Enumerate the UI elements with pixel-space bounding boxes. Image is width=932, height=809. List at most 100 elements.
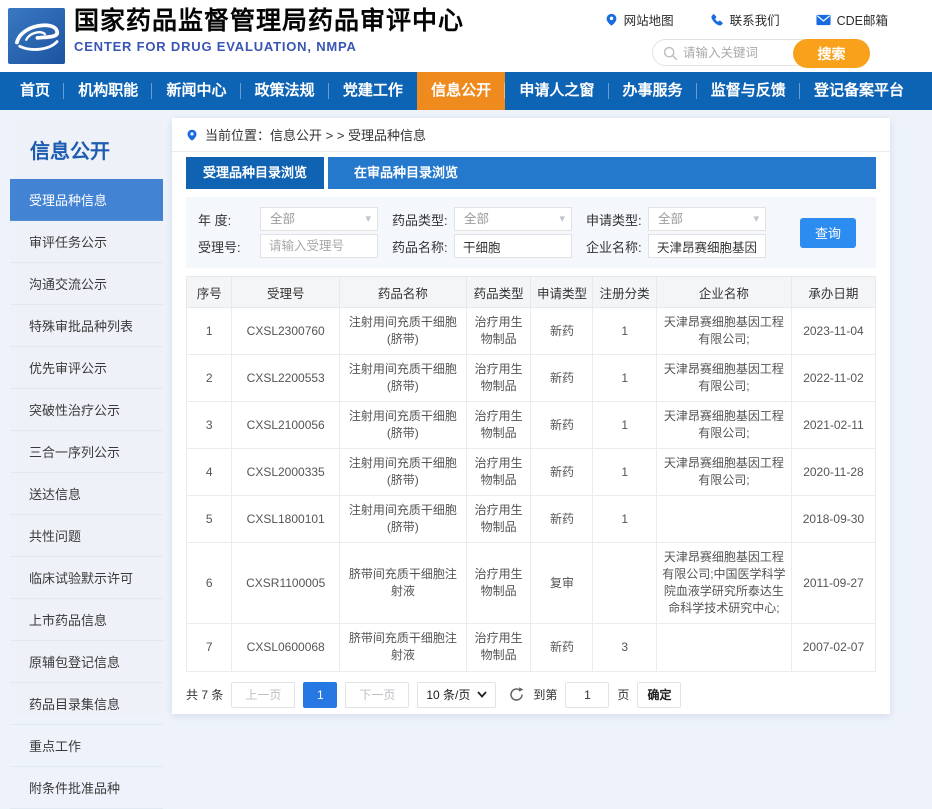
- refresh-button[interactable]: [508, 686, 525, 703]
- nav-item[interactable]: 党建工作: [329, 72, 417, 110]
- sidebar-item[interactable]: 原辅包登记信息: [10, 641, 163, 683]
- query-button[interactable]: 查询: [800, 218, 856, 248]
- company-name-input[interactable]: [648, 234, 766, 258]
- table-cell: 2018-09-30: [791, 496, 875, 543]
- sidebar-item[interactable]: 共性问题: [10, 515, 163, 557]
- sidebar-item[interactable]: 沟通交流公示: [10, 263, 163, 305]
- keyword-search-input[interactable]: [683, 41, 793, 64]
- site-titles: 国家药品监督管理局药品审评中心 CENTER FOR DRUG EVALUATI…: [74, 6, 464, 54]
- table-cell: 1: [593, 402, 656, 449]
- table-cell: 6: [187, 543, 232, 624]
- sidebar-item[interactable]: 临床试验默示许可: [10, 557, 163, 599]
- filter-label: 药品名称:: [392, 237, 454, 256]
- sidebar-item[interactable]: 三合一序列公示: [10, 431, 163, 473]
- breadcrumb: 当前位置：信息公开 > > 受理品种信息: [172, 118, 890, 152]
- goto-suffix: 页: [617, 686, 629, 703]
- chevron-down-icon: ▾: [753, 208, 759, 230]
- nav-item[interactable]: 监督与反馈: [697, 72, 800, 110]
- sidebar-item[interactable]: 受理品种信息: [10, 179, 163, 221]
- mail-icon: [816, 14, 831, 26]
- filter-group: 企业名称:: [586, 234, 778, 258]
- prev-page-button[interactable]: 上一页: [231, 682, 295, 708]
- filter-group: 受理号:: [198, 234, 390, 258]
- search-button[interactable]: 搜索: [793, 39, 870, 68]
- sidebar-item[interactable]: 附条件批准品种: [10, 767, 163, 809]
- site-subtitle: CENTER FOR DRUG EVALUATION, NMPA: [74, 39, 464, 54]
- nav-item[interactable]: 申请人之窗: [505, 72, 608, 110]
- page-number-button[interactable]: 1: [303, 682, 337, 708]
- acceptance-no-input[interactable]: [260, 234, 378, 258]
- table-cell: [593, 543, 656, 624]
- nav-item[interactable]: 新闻中心: [152, 72, 240, 110]
- sitemap-link[interactable]: 网站地图: [605, 10, 674, 29]
- filter-label: 受理号:: [198, 237, 260, 256]
- tab[interactable]: 在审品种目录浏览: [328, 157, 484, 189]
- table-cell: 治疗用生物制品: [466, 624, 531, 671]
- top-links: 网站地图 联系我们 CDE邮箱: [605, 10, 888, 29]
- table-cell: 1: [187, 308, 232, 355]
- filter-label: 申请类型:: [586, 210, 648, 229]
- tab[interactable]: 受理品种目录浏览: [186, 157, 328, 189]
- sidebar-item[interactable]: 特殊审批品种列表: [10, 305, 163, 347]
- sidebar-item[interactable]: 重点工作: [10, 725, 163, 767]
- year-select[interactable]: 全部▾: [260, 207, 378, 231]
- goto-confirm-button[interactable]: 确定: [637, 682, 681, 708]
- table-cell: 脐带间充质干细胞注射液: [339, 543, 466, 624]
- nav-item[interactable]: 信息公开: [417, 72, 505, 110]
- filter-group: 药品类型:全部▾: [392, 207, 584, 231]
- next-page-button[interactable]: 下一页: [345, 682, 409, 708]
- chevron-down-icon: [477, 691, 487, 698]
- filter-label: 企业名称:: [586, 237, 648, 256]
- table-cell: 3: [593, 624, 656, 671]
- chevron-down-icon: ▾: [559, 208, 565, 230]
- table-cell: 1: [593, 449, 656, 496]
- nav-item[interactable]: 机构职能: [64, 72, 152, 110]
- site-title: 国家药品监督管理局药品审评中心: [74, 6, 464, 37]
- mailbox-link[interactable]: CDE邮箱: [816, 10, 888, 29]
- goto-page-input[interactable]: [565, 682, 609, 708]
- drug-name-input[interactable]: [454, 234, 572, 258]
- table-column-header: 受理号: [232, 277, 339, 308]
- sidebar-item[interactable]: 优先审评公示: [10, 347, 163, 389]
- sidebar-item[interactable]: 上市药品信息: [10, 599, 163, 641]
- table-cell: 新药: [531, 496, 593, 543]
- location-pin-icon: [186, 128, 198, 142]
- select-value: 全部: [658, 212, 683, 226]
- select-value: 全部: [270, 212, 295, 226]
- pagination: 共 7 条 上一页 1 下一页 10 条/页 到第 页 确定: [186, 682, 876, 708]
- table-cell: 治疗用生物制品: [466, 308, 531, 355]
- nav-item[interactable]: 办事服务: [609, 72, 697, 110]
- table-cell: 新药: [531, 449, 593, 496]
- table-cell: 注射用间充质干细胞(脐带): [339, 308, 466, 355]
- page-size-select[interactable]: 10 条/页: [417, 682, 496, 708]
- table-column-header: 序号: [187, 277, 232, 308]
- contact-link[interactable]: 联系我们: [710, 10, 780, 29]
- table-row: 6CXSR1100005脐带间充质干细胞注射液治疗用生物制品复审天津昂赛细胞基因…: [187, 543, 876, 624]
- sidebar-item[interactable]: 突破性治疗公示: [10, 389, 163, 431]
- table-cell: 复审: [531, 543, 593, 624]
- table-cell: 2023-11-04: [791, 308, 875, 355]
- cde-logo: [8, 8, 65, 64]
- table-cell: 2021-02-11: [791, 402, 875, 449]
- results-table: 序号受理号药品名称药品类型申请类型注册分类企业名称承办日期 1CXSL23007…: [186, 276, 876, 672]
- table-cell: [656, 624, 791, 671]
- table-cell: CXSL2000335: [232, 449, 339, 496]
- nav-item[interactable]: 政策法规: [241, 72, 329, 110]
- table-cell: 治疗用生物制品: [466, 496, 531, 543]
- drug-type-select[interactable]: 全部▾: [454, 207, 572, 231]
- apply-type-select[interactable]: 全部 ▾: [648, 207, 766, 231]
- table-cell: CXSL2300760: [232, 308, 339, 355]
- site-header: 国家药品监督管理局药品审评中心 CENTER FOR DRUG EVALUATI…: [0, 0, 932, 72]
- sidebar-item[interactable]: 药品目录集信息: [10, 683, 163, 725]
- sidebar-item[interactable]: 送达信息: [10, 473, 163, 515]
- sidebar-item[interactable]: 审评任务公示: [10, 221, 163, 263]
- table-column-header: 药品类型: [466, 277, 531, 308]
- contact-label: 联系我们: [730, 10, 780, 29]
- table-body: 1CXSL2300760注射用间充质干细胞(脐带)治疗用生物制品新药1天津昂赛细…: [187, 308, 876, 672]
- table-cell: 新药: [531, 624, 593, 671]
- table-cell: CXSL0600068: [232, 624, 339, 671]
- goto-prefix: 到第: [533, 686, 557, 703]
- nav-item[interactable]: 登记备案平台: [800, 72, 918, 110]
- table-cell: 天津昂赛细胞基因工程有限公司;: [656, 449, 791, 496]
- nav-item[interactable]: 首页: [6, 72, 64, 110]
